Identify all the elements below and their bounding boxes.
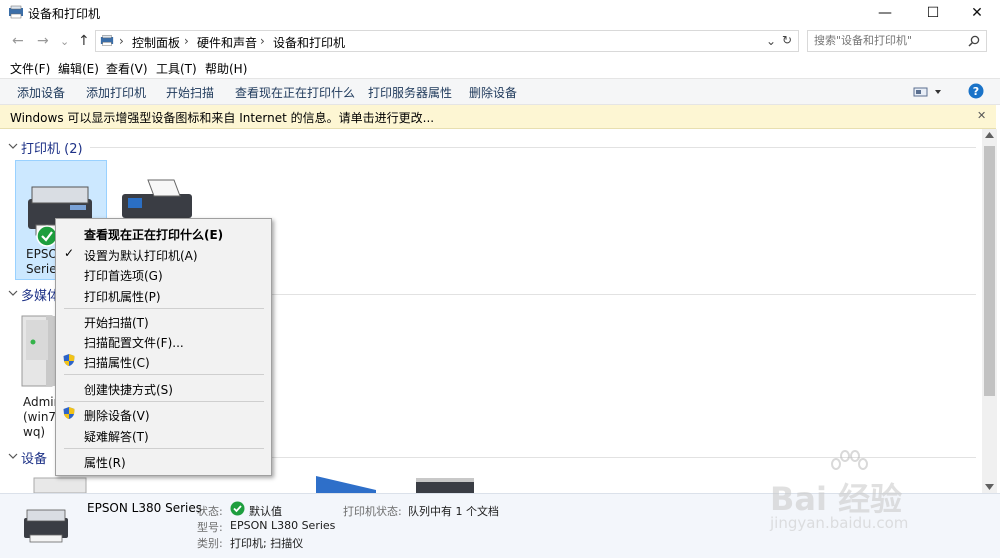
minimize-button[interactable]: —: [862, 0, 908, 26]
menu-item-troubleshoot[interactable]: 疑难解答(T): [84, 428, 149, 445]
group-header-printers[interactable]: 打印机 (2): [21, 138, 83, 157]
breadcrumb-separator: ›: [184, 34, 189, 48]
group-header-devices[interactable]: 设备: [21, 448, 47, 467]
device-label: EPSO: [26, 247, 58, 261]
menu-item-scan-properties[interactable]: 扫描属性(C): [84, 354, 150, 371]
info-bar-message[interactable]: Windows 可以显示增强型设备图标和来自 Internet 的信息。请单击进…: [10, 109, 434, 126]
baidu-watermark: Bai 经验 jingyan.baidu.com: [770, 450, 1000, 550]
group-divider: [90, 147, 976, 148]
breadcrumb-hardware-sound[interactable]: 硬件和声音: [197, 34, 257, 51]
back-button[interactable]: ←: [12, 33, 24, 49]
search-box[interactable]: [807, 30, 987, 52]
computer-icon[interactable]: [28, 476, 92, 493]
menu-item-start-scan[interactable]: 开始扫描(T): [84, 314, 149, 331]
menu-item-set-default[interactable]: 设置为默认打印机(A): [84, 247, 198, 264]
close-button[interactable]: ✕: [954, 0, 1000, 26]
device-label: wq): [23, 425, 46, 439]
menu-item-printer-properties[interactable]: 打印机属性(P): [84, 288, 161, 305]
breadcrumb-control-panel[interactable]: 控制面板: [132, 34, 180, 51]
uac-shield-icon: [63, 354, 75, 366]
menu-file[interactable]: 文件(F): [10, 60, 50, 77]
uac-shield-icon: [63, 407, 75, 419]
details-printer-status-value: 队列中有 1 个文档: [408, 505, 499, 518]
info-bar-close-icon[interactable]: ✕: [977, 109, 986, 122]
group-divider: [272, 294, 976, 295]
details-model-value: EPSON L380 Series: [230, 519, 336, 532]
devices-printers-icon: [100, 35, 114, 46]
window-title: 设备和打印机: [28, 7, 101, 21]
menu-item-create-shortcut[interactable]: 创建快捷方式(S): [84, 381, 173, 398]
up-button[interactable]: ↑: [78, 33, 90, 49]
menu-separator: [64, 374, 264, 375]
collapse-chevron-icon[interactable]: [8, 451, 18, 461]
title-bar: 设备和打印机 — ☐ ✕: [0, 0, 1000, 26]
address-row: ← → ⌄ ↑ › 控制面板 › 硬件和声音 › 设备和打印机 ⌄ ↻: [0, 27, 1000, 55]
search-icon[interactable]: [968, 35, 980, 47]
breadcrumb-separator: ›: [260, 34, 265, 48]
scrollbar-thumb[interactable]: [984, 146, 995, 396]
menu-separator: [64, 308, 264, 309]
address-bar[interactable]: › 控制面板 › 硬件和声音 › 设备和打印机 ⌄ ↻: [95, 30, 799, 52]
context-menu: 查看现在正在打印什么(E) ✓ 设置为默认打印机(A) 打印首选项(G) 打印机…: [55, 218, 272, 476]
menu-view[interactable]: 查看(V): [106, 60, 148, 77]
menu-help[interactable]: 帮助(H): [205, 60, 247, 77]
info-bar[interactable]: Windows 可以显示增强型设备图标和来自 Internet 的信息。请单击进…: [0, 105, 996, 129]
menu-separator: [64, 448, 264, 449]
scroll-up-icon[interactable]: [985, 132, 994, 138]
collapse-chevron-icon[interactable]: [8, 288, 18, 298]
details-status-label: 状态:: [197, 505, 223, 518]
menu-item-properties[interactable]: 属性(R): [84, 454, 126, 471]
add-printer-button[interactable]: 添加打印机: [86, 84, 146, 101]
help-glyph: ?: [973, 85, 979, 98]
print-server-properties-button[interactable]: 打印服务器属性: [368, 84, 452, 101]
menu-item-printing-preferences[interactable]: 打印首选项(G): [84, 267, 163, 284]
details-category-value: 打印机; 扫描仪: [230, 537, 304, 550]
menu-item-see-printing[interactable]: 查看现在正在打印什么(E): [84, 226, 223, 243]
details-status-value: 默认值: [249, 505, 282, 518]
device-icon[interactable]: [412, 476, 478, 493]
menu-item-remove-device[interactable]: 删除设备(V): [84, 407, 150, 424]
details-model-label: 型号:: [197, 521, 223, 534]
monitor-icon[interactable]: [312, 476, 382, 493]
search-input[interactable]: [812, 33, 966, 48]
menu-edit[interactable]: 编辑(E): [58, 60, 99, 77]
details-category-label: 类别:: [197, 537, 223, 550]
forward-button[interactable]: →: [37, 33, 49, 49]
details-device-name: EPSON L380 Series: [87, 501, 202, 515]
add-device-button[interactable]: 添加设备: [17, 84, 65, 101]
details-printer-status-label: 打印机状态:: [343, 505, 402, 518]
address-dropdown-icon[interactable]: ⌄: [766, 34, 776, 48]
devices-printers-app-icon: [9, 5, 23, 19]
menu-separator: [64, 401, 264, 402]
maximize-button[interactable]: ☐: [910, 0, 956, 26]
see-whats-printing-button[interactable]: 查看现在正在打印什么: [235, 84, 355, 101]
fax-printer-icon[interactable]: [118, 178, 196, 220]
command-bar: 添加设备 添加打印机 开始扫描 查看现在正在打印什么 打印服务器属性 删除设备 …: [0, 78, 1000, 105]
menu-tools[interactable]: 工具(T): [156, 60, 197, 77]
start-scan-button[interactable]: 开始扫描: [166, 84, 214, 101]
check-icon: ✓: [64, 246, 75, 260]
status-ok-icon: [230, 501, 245, 516]
collapse-chevron-icon[interactable]: [8, 141, 18, 151]
remove-device-button[interactable]: 删除设备: [469, 84, 517, 101]
device-label: Serie: [26, 262, 57, 276]
watermark-url: jingyan.baidu.com: [770, 514, 909, 532]
breadcrumb-separator: ›: [119, 34, 124, 48]
menu-item-scan-profiles[interactable]: 扫描配置文件(F)...: [84, 334, 184, 351]
breadcrumb-devices-printers[interactable]: 设备和打印机: [273, 34, 345, 51]
menu-bar: 文件(F) 编辑(E) 查看(V) 工具(T) 帮助(H): [0, 58, 1000, 78]
printer-icon: [24, 509, 68, 543]
refresh-icon[interactable]: ↻: [782, 33, 792, 47]
recent-locations-button[interactable]: ⌄: [60, 35, 69, 48]
view-options-icon[interactable]: [913, 86, 943, 98]
help-icon[interactable]: ?: [968, 83, 984, 99]
